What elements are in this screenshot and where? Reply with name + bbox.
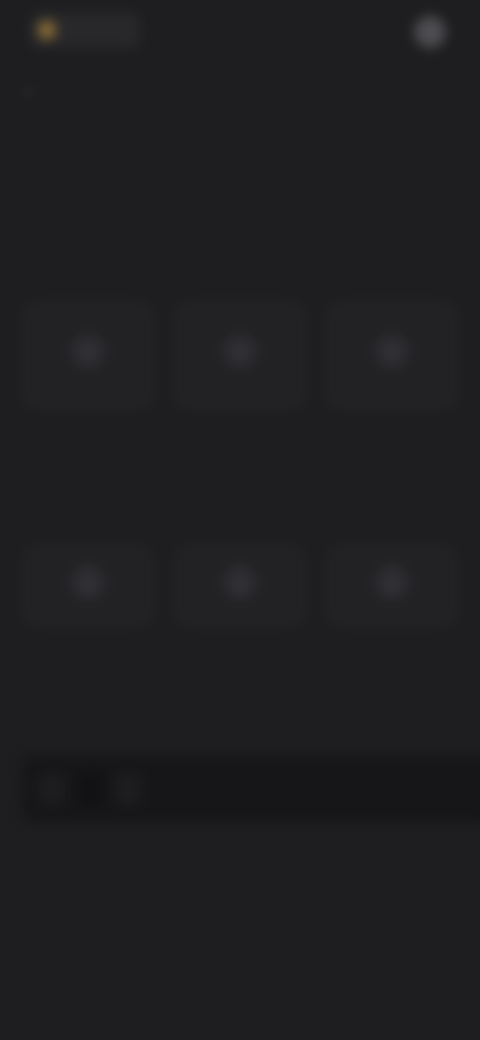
section-3 bbox=[22, 680, 458, 690]
page-header: ← bbox=[0, 68, 480, 108]
input-chip-3[interactable] bbox=[114, 772, 142, 806]
brand-logo-icon bbox=[38, 21, 56, 39]
section-1 bbox=[22, 226, 458, 236]
input-bar[interactable] bbox=[22, 756, 480, 822]
section-2 bbox=[22, 466, 458, 476]
top-action-button[interactable] bbox=[414, 16, 446, 48]
section-1-option-2[interactable]: ● bbox=[174, 300, 306, 410]
back-icon[interactable]: ← bbox=[18, 76, 42, 100]
circle-icon: ● bbox=[222, 333, 258, 369]
section-1-option-1[interactable]: ● bbox=[22, 300, 154, 410]
triangle-icon: ▲ bbox=[70, 564, 106, 600]
input-chip-2[interactable] bbox=[76, 772, 104, 806]
circle-icon: ● bbox=[374, 333, 410, 369]
section-2-options: ▲ ▲ ▲ bbox=[22, 544, 458, 628]
triangle-icon: ▲ bbox=[222, 564, 258, 600]
app-screen: ← ● ● ● ▲ ▲ ▲ bbox=[0, 0, 480, 1040]
input-chip-1[interactable] bbox=[38, 772, 66, 806]
section-1-options: ● ● ● bbox=[22, 300, 458, 410]
section-2-option-1[interactable]: ▲ bbox=[22, 544, 154, 628]
top-bar bbox=[0, 0, 480, 64]
brand[interactable] bbox=[30, 12, 140, 48]
section-2-option-3[interactable]: ▲ bbox=[326, 544, 458, 628]
section-1-option-3[interactable]: ● bbox=[326, 300, 458, 410]
section-2-option-2[interactable]: ▲ bbox=[174, 544, 306, 628]
circle-icon: ● bbox=[70, 333, 106, 369]
triangle-icon: ▲ bbox=[374, 564, 410, 600]
